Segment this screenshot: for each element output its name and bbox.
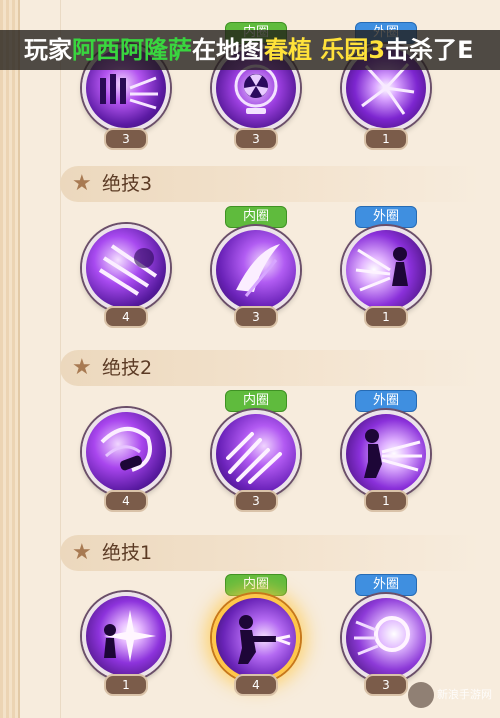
ticker-map-name: 春植 乐园3 bbox=[264, 36, 386, 64]
skill-slot[interactable]: 外圈 1 bbox=[340, 390, 430, 512]
ticker-segment: 击杀了 bbox=[385, 36, 458, 64]
skill-level: 1 bbox=[364, 128, 408, 150]
skill-slot[interactable]: 外圈 1 bbox=[340, 206, 430, 328]
section-header-ultimate-1: ★ 绝技1 bbox=[60, 535, 480, 571]
announcement-ticker: 玩家阿西阿隆萨在地图春植 乐园3击杀了E bbox=[0, 30, 500, 70]
skill-slot[interactable]: 内圈 3 bbox=[210, 390, 300, 512]
skill-slot[interactable]: 内圈 3 bbox=[210, 206, 300, 328]
watermark-logo-icon bbox=[407, 682, 434, 708]
skill-slot[interactable]: 1 bbox=[80, 574, 170, 696]
ticker-player-name: 阿西阿隆萨 bbox=[72, 36, 192, 64]
crescent-strike-skill-icon[interactable] bbox=[212, 226, 300, 314]
ticker-segment: E bbox=[457, 36, 474, 64]
outer-ring-tag: 外圈 bbox=[355, 206, 417, 228]
outer-ring-tag: 外圈 bbox=[355, 574, 417, 596]
vortex-swirl-skill-icon[interactable] bbox=[82, 408, 170, 496]
skill-level: 3 bbox=[234, 490, 278, 512]
silhouette-blast-skill-icon[interactable] bbox=[342, 226, 430, 314]
watermark: 新浪手游网 bbox=[382, 682, 492, 712]
meteor-streaks-skill-icon[interactable] bbox=[212, 410, 300, 498]
left-frame-stripe bbox=[0, 0, 18, 718]
ticker-segment: 在地图 bbox=[192, 36, 264, 64]
skill-level: 4 bbox=[104, 306, 148, 328]
inner-ring-tag: 内圈 bbox=[225, 574, 287, 596]
skill-level: 1 bbox=[364, 306, 408, 328]
skill-level: 3 bbox=[234, 128, 278, 150]
skill-level: 4 bbox=[104, 490, 148, 512]
outer-ring-tag: 外圈 bbox=[355, 390, 417, 412]
skill-level: 1 bbox=[364, 490, 408, 512]
skill-level: 3 bbox=[234, 306, 278, 328]
skill-slot[interactable]: 4 bbox=[80, 206, 170, 328]
inner-ring-tag: 内圈 bbox=[225, 206, 287, 228]
section-title: 绝技1 bbox=[102, 542, 153, 564]
gunner-skill-icon[interactable] bbox=[212, 594, 300, 682]
inner-ring-tag: 内圈 bbox=[225, 390, 287, 412]
star-icon: ★ bbox=[72, 355, 92, 380]
ticker-segment: 玩家 bbox=[24, 36, 72, 64]
panel-guide-line bbox=[60, 0, 61, 718]
star-icon: ★ bbox=[72, 540, 92, 565]
skill-level: 3 bbox=[104, 128, 148, 150]
skill-slot[interactable]: 4 bbox=[80, 390, 170, 512]
skill-level: 4 bbox=[234, 674, 278, 696]
section-title: 绝技3 bbox=[102, 173, 153, 195]
starburst-skill-icon[interactable] bbox=[82, 592, 170, 680]
ticker-message: 玩家阿西阿隆萨在地图春植 乐园3击杀了E bbox=[24, 33, 473, 67]
section-header-ultimate-3: ★ 绝技3 bbox=[60, 166, 480, 202]
silhouette-beam-skill-icon[interactable] bbox=[342, 410, 430, 498]
watermark-label: 新浪手游网 bbox=[437, 688, 492, 701]
skill-slot[interactable]: 外圈 3 bbox=[340, 574, 430, 696]
skill-slot-selected[interactable]: 内圈 4 bbox=[210, 574, 300, 696]
star-icon: ★ bbox=[72, 171, 92, 196]
section-title: 绝技2 bbox=[102, 357, 153, 379]
section-header-ultimate-2: ★ 绝技2 bbox=[60, 350, 480, 386]
skill-level: 1 bbox=[104, 674, 148, 696]
slash-lines-skill-icon[interactable] bbox=[82, 224, 170, 312]
energy-sphere-skill-icon[interactable] bbox=[342, 594, 430, 682]
